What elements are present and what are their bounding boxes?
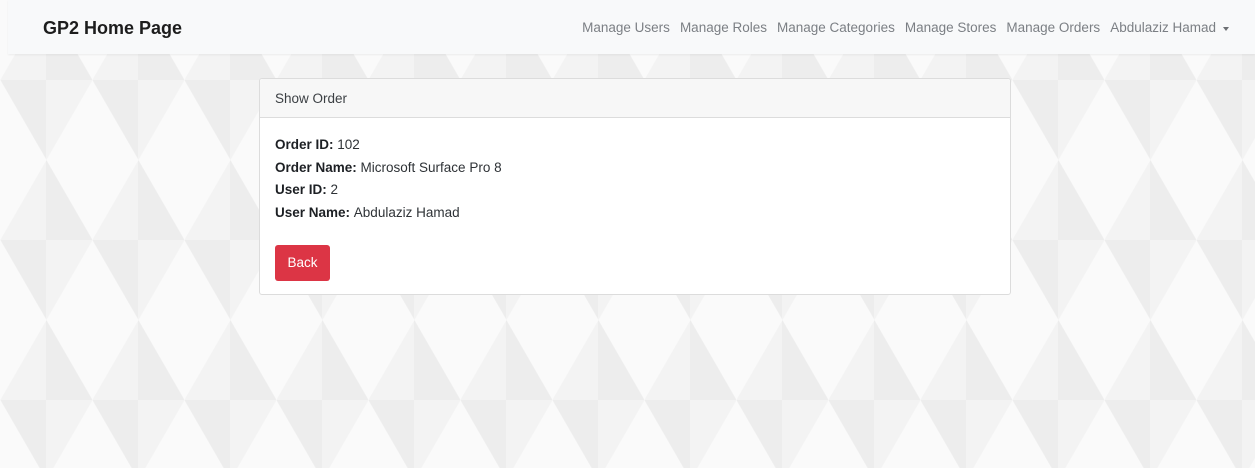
nav-link-manage-stores[interactable]: Manage Stores [905, 19, 997, 37]
user-name-label: User Name: [275, 204, 354, 220]
back-button[interactable]: Back [275, 245, 330, 281]
navbar-links: Manage Users Manage Roles Manage Categor… [582, 19, 1229, 37]
user-id-label: User ID: [275, 182, 331, 197]
nav-link-manage-roles[interactable]: Manage Roles [680, 19, 767, 37]
show-order-card: Show Order Order ID: 102 Order Name: Mic… [259, 78, 1011, 295]
order-id-row: Order ID: 102 [275, 134, 1010, 157]
order-id-label: Order ID: [275, 137, 338, 152]
order-id-value: 102 [337, 137, 360, 152]
user-name-row: User Name: Abdulaziz Hamad [275, 202, 1010, 225]
top-navbar: GP2 Home Page Manage Users Manage Roles … [8, 0, 1255, 54]
order-name-row: Order Name: Microsoft Surface Pro 8 [275, 157, 1010, 180]
user-menu-dropdown[interactable]: Abdulaziz Hamad [1110, 19, 1229, 37]
order-name-value: Microsoft Surface Pro 8 [360, 159, 502, 175]
nav-link-manage-categories[interactable]: Manage Categories [777, 19, 895, 37]
navbar-brand[interactable]: GP2 Home Page [43, 18, 182, 38]
nav-link-manage-orders[interactable]: Manage Orders [1006, 19, 1100, 37]
order-details: Order ID: 102 Order Name: Microsoft Surf… [260, 118, 1010, 224]
nav-link-manage-users[interactable]: Manage Users [582, 19, 670, 37]
caret-down-icon [1223, 26, 1229, 31]
user-id-row: User ID: 2 [275, 179, 1010, 202]
user-menu-label: Abdulaziz Hamad [1110, 20, 1216, 35]
card-header-title: Show Order [260, 79, 1010, 118]
user-name-value: Abdulaziz Hamad [353, 204, 460, 220]
order-name-label: Order Name: [275, 159, 361, 175]
user-id-value: 2 [330, 182, 339, 197]
